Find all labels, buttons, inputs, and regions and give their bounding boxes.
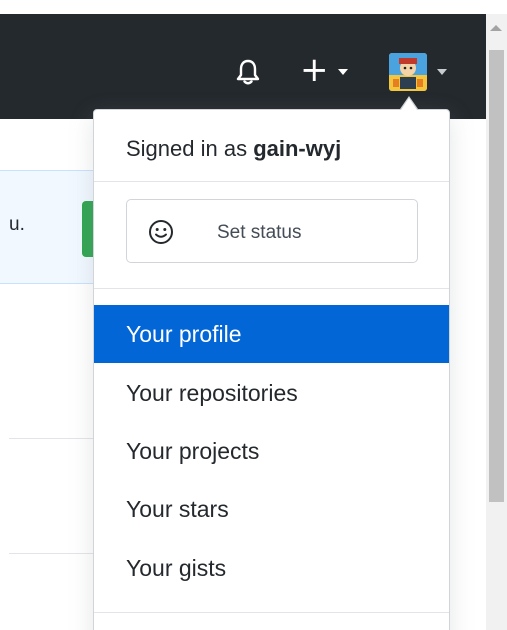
page: + u. Signed in as gain-wyj Set status Yo… — [0, 0, 507, 630]
bell-icon[interactable] — [234, 58, 262, 86]
signed-in-text: Signed in as gain-wyj — [126, 136, 341, 162]
smiley-icon — [148, 219, 174, 245]
user-dropdown-menu: Signed in as gain-wyj Set status Your pr… — [93, 109, 450, 630]
divider — [94, 288, 449, 289]
signed-in-prefix: Signed in as — [126, 136, 254, 161]
scroll-up-icon[interactable] — [490, 25, 502, 31]
menu-item-your-profile[interactable]: Your profile — [94, 305, 449, 363]
menu-item-your-projects[interactable]: Your projects — [94, 422, 449, 480]
dropdown-caret-fill — [401, 98, 417, 110]
set-status-button[interactable]: Set status — [126, 199, 418, 263]
scrollbar-thumb[interactable] — [489, 50, 504, 502]
menu-item-your-repositories[interactable]: Your repositories — [94, 364, 449, 422]
divider — [9, 438, 99, 439]
chevron-down-icon[interactable] — [338, 69, 348, 75]
avatar[interactable] — [389, 53, 427, 91]
menu-item-your-gists[interactable]: Your gists — [94, 539, 449, 597]
set-status-label: Set status — [217, 222, 302, 243]
menu-item-your-stars[interactable]: Your stars — [94, 480, 449, 538]
divider — [9, 553, 99, 554]
plus-icon[interactable]: + — [300, 53, 329, 87]
username: gain-wyj — [253, 136, 342, 161]
divider — [94, 181, 449, 182]
chevron-down-icon[interactable] — [437, 69, 447, 75]
banner-text: u. — [9, 214, 25, 235]
divider — [94, 612, 449, 613]
